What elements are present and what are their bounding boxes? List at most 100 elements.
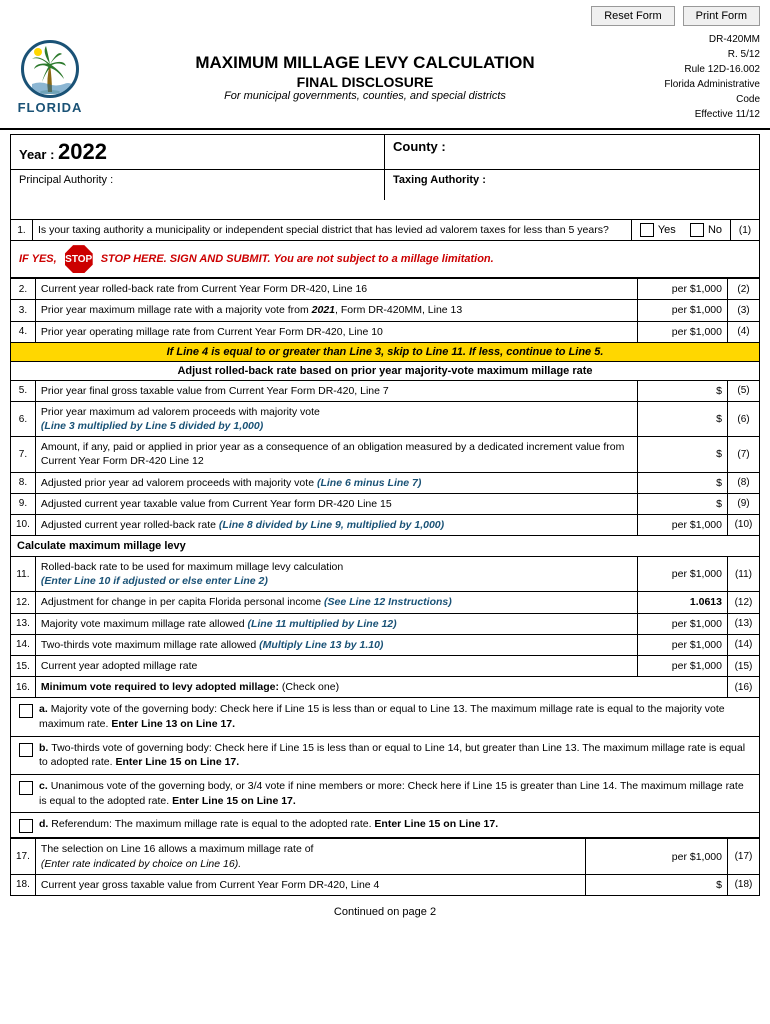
table-row-12: 12. Adjustment for change in per capita …	[11, 592, 760, 613]
form-number: DR-420MM	[640, 32, 760, 47]
reset-button[interactable]: Reset Form	[591, 6, 674, 26]
table-row-11: 11. Rolled-back rate to be used for maxi…	[11, 557, 760, 592]
row-12-link: (See Line 12 Instructions)	[324, 596, 452, 608]
yes-checkbox[interactable]	[640, 223, 654, 237]
print-button[interactable]: Print Form	[683, 6, 760, 26]
row-9-desc: Adjusted current year taxable value from…	[35, 493, 637, 514]
row-18-desc: Current year gross taxable value from Cu…	[35, 874, 585, 895]
row-5-desc: Prior year final gross taxable value fro…	[35, 380, 637, 401]
principal-taxing-row: Principal Authority : Taxing Authority :	[10, 169, 760, 200]
row-18-index: (18)	[728, 874, 760, 895]
row-5-index: (5)	[728, 380, 760, 401]
row-2-num: 2.	[11, 279, 36, 300]
table-row-2: 2. Current year rolled-back rate from Cu…	[11, 279, 760, 300]
row-16c-container: c. Unanimous vote of the governing body,…	[10, 775, 760, 813]
row-3-index: (3)	[728, 300, 760, 321]
table-row-16: 16. Minimum vote required to levy adopte…	[11, 677, 760, 698]
row-14-italic: (Multiply Line 13 by 1.10)	[259, 639, 383, 651]
yellow-banner: If Line 4 is equal to or greater than Li…	[11, 342, 760, 361]
if-yes-row: IF YES, STOP STOP HERE. SIGN AND SUBMIT.…	[10, 241, 760, 278]
row-16a-checkbox[interactable]	[19, 704, 33, 718]
row-17-index: (17)	[728, 839, 760, 874]
row-15-num: 15.	[11, 655, 36, 676]
row-10-num: 10.	[11, 514, 36, 535]
row-4-unit: per $1,000	[638, 321, 728, 342]
row-16b-checkbox[interactable]	[19, 743, 33, 757]
row-2-unit: per $1,000	[638, 279, 728, 300]
year-value: 2022	[58, 139, 107, 164]
row-6-unit: $	[638, 401, 728, 436]
section-1-header: Adjust rolled-back rate based on prior y…	[11, 361, 760, 380]
row-16d-checkbox[interactable]	[19, 819, 33, 833]
row-4-index: (4)	[728, 321, 760, 342]
row-16c-checkbox[interactable]	[19, 781, 33, 795]
taxing-label: Taxing Authority :	[393, 174, 486, 186]
row-14-unit: per $1,000	[638, 634, 728, 655]
row-16d-label: d. Referendum: The maximum millage rate …	[39, 817, 498, 832]
row-6-desc: Prior year maximum ad valorem proceeds w…	[35, 401, 637, 436]
row-17-num: 17.	[11, 839, 36, 874]
row-7-index: (7)	[728, 437, 760, 472]
row-6-index: (6)	[728, 401, 760, 436]
row-7-desc: Amount, if any, paid or applied in prior…	[35, 437, 637, 472]
continued-text: Continued on page 2	[10, 896, 760, 928]
row-11-num: 11.	[11, 557, 36, 592]
row-9-unit: $	[638, 493, 728, 514]
row-3-num: 3.	[11, 300, 36, 321]
section-2-header-row: Calculate maximum millage levy	[11, 536, 760, 557]
row-1-index: (1)	[731, 220, 759, 240]
row-11-unit: per $1,000	[638, 557, 728, 592]
row-16b-container: b. Two-thirds vote of governing body: Ch…	[10, 737, 760, 775]
table-row-5: 5. Prior year final gross taxable value …	[11, 380, 760, 401]
table-row-9: 9. Adjusted current year taxable value f…	[11, 493, 760, 514]
row-8-desc: Adjusted prior year ad valorem proceeds …	[35, 472, 637, 493]
logo-circle	[21, 40, 79, 98]
row-1-yesno: Yes No	[632, 220, 731, 240]
row-12-num: 12.	[11, 592, 36, 613]
row-7-num: 7.	[11, 437, 36, 472]
row-15-desc: Current year adopted millage rate	[35, 655, 637, 676]
row-2-index: (2)	[728, 279, 760, 300]
title-area: MAXIMUM MILLAGE LEVY CALCULATION FINAL D…	[90, 52, 640, 102]
row-11-index: (11)	[728, 557, 760, 592]
row-14-index: (14)	[728, 634, 760, 655]
form-rule: Rule 12D-16.002	[640, 62, 760, 77]
row-8-italic: (Line 6 minus Line 7)	[317, 477, 421, 489]
if-yes-text: IF YES,	[19, 253, 57, 265]
row-16a-container: a. Majority vote of the governing body: …	[10, 698, 760, 736]
row-16-index: (16)	[728, 677, 760, 698]
sub-title: FINAL DISCLOSURE	[90, 74, 640, 90]
row-5-unit: $	[638, 380, 728, 401]
row-3-desc: Prior year maximum millage rate with a m…	[35, 300, 637, 321]
row-18-unit: $	[586, 874, 728, 895]
row-16d-container: d. Referendum: The maximum millage rate …	[10, 813, 760, 838]
row-16-desc: Minimum vote required to levy adopted mi…	[35, 677, 727, 698]
main-title: MAXIMUM MILLAGE LEVY CALCULATION	[90, 52, 640, 74]
row-16a-bold: Enter Line 13 on Line 17.	[111, 718, 235, 730]
row-17-italic: (Enter rate indicated by choice on Line …	[41, 858, 241, 870]
section-2-header: Calculate maximum millage levy	[11, 536, 760, 557]
row-11-desc: Rolled-back rate to be used for maximum …	[35, 557, 637, 592]
row-14-num: 14.	[11, 634, 36, 655]
row-1-num: 1.	[11, 220, 33, 240]
county-cell: County :	[385, 135, 759, 169]
row-10-desc: Adjusted current year rolled-back rate (…	[35, 514, 637, 535]
row-7-unit: $	[638, 437, 728, 472]
row-13-num: 13.	[11, 613, 36, 634]
row-8-unit: $	[638, 472, 728, 493]
table-row-14: 14. Two-thirds vote maximum millage rate…	[11, 634, 760, 655]
bottom-table: 17. The selection on Line 16 allows a ma…	[10, 838, 760, 896]
no-checkbox[interactable]	[690, 223, 704, 237]
row-16a-label: a. Majority vote of the governing body: …	[39, 702, 751, 731]
year-county-row: Year : 2022 County :	[10, 134, 760, 169]
form-info: DR-420MM R. 5/12 Rule 12D-16.002 Florida…	[640, 32, 760, 122]
row-4-desc: Prior year operating millage rate from C…	[35, 321, 637, 342]
row-10-index: (10)	[728, 514, 760, 535]
row-18-num: 18.	[11, 874, 36, 895]
row-1-container: 1. Is your taxing authority a municipali…	[10, 220, 760, 241]
blank-row	[10, 200, 760, 220]
florida-seal-icon	[28, 44, 72, 94]
row-17-desc: The selection on Line 16 allows a maximu…	[35, 839, 585, 874]
row-16b-label: b. Two-thirds vote of governing body: Ch…	[39, 741, 751, 770]
row-9-index: (9)	[728, 493, 760, 514]
